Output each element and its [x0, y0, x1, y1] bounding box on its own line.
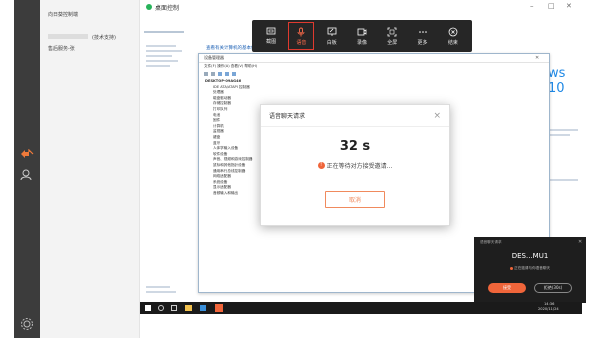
notif-subtitle-text: 正在邀请与你语音聊天: [514, 266, 551, 270]
status-dot-icon: [146, 4, 152, 10]
contacts-panel: 向日葵控制端 (技术支持) 售后服务-张: [40, 0, 140, 338]
bottom-area: [140, 314, 586, 338]
decline-button[interactable]: 拒绝(30s): [534, 283, 572, 293]
toolbar-label: 结束: [447, 39, 458, 46]
voice-chat-dialog: 语音聊天请求 × 32 s ! 正在等待对方接受邀请... 取消: [260, 104, 450, 226]
sunlogin-icon[interactable]: [215, 304, 223, 312]
app-icon[interactable]: [200, 305, 206, 311]
tray-date: 2020/11/24: [538, 307, 559, 311]
record-icon: [357, 28, 367, 35]
explorer-icon[interactable]: [185, 305, 192, 311]
devmgr-title-bar: 设备管理器 ✕: [199, 54, 549, 63]
forward-icon[interactable]: [211, 72, 215, 76]
cancel-button[interactable]: 取消: [325, 191, 385, 208]
blurred-name: [48, 34, 88, 39]
record-button[interactable]: 录像: [349, 22, 375, 50]
toolbar-label: 截图: [266, 39, 277, 45]
right-info: [550, 126, 578, 139]
properties-icon[interactable]: [225, 72, 229, 76]
accept-button[interactable]: 接受: [488, 283, 526, 293]
minimize-button[interactable]: –: [530, 2, 534, 10]
incoming-voice-notification: 语音聊天请求 ✕ DES...MU1 正在邀请与你语音聊天 接受 拒绝(30s): [474, 237, 586, 303]
remote-toolbar: 截图 语音 白板 录像 全屏 更多 结束: [252, 20, 472, 52]
sidebar-links: [146, 42, 190, 70]
notif-header: 语音聊天请求: [480, 240, 502, 244]
contact-item[interactable]: 向日葵控制端: [48, 11, 138, 18]
maximize-button[interactable]: □: [548, 2, 555, 10]
view-icon[interactable]: [218, 72, 222, 76]
dialog-close-button[interactable]: ×: [433, 111, 441, 121]
dialog-header: 语音聊天请求 ×: [261, 105, 449, 127]
search-icon[interactable]: [158, 305, 164, 311]
end-session-button[interactable]: 结束: [440, 22, 466, 50]
sidebar-footer: [146, 283, 190, 296]
waiting-text: 正在等待对方接受邀请...: [326, 163, 393, 170]
close-button[interactable]: ✕: [566, 2, 572, 10]
devmgr-toolbar: [204, 71, 284, 77]
start-icon[interactable]: [145, 305, 151, 311]
notif-close-icon[interactable]: ✕: [578, 239, 582, 245]
scan-icon[interactable]: [232, 72, 236, 76]
devmgr-title: 设备管理器: [204, 55, 224, 60]
toolbar-label: 录像: [356, 39, 367, 46]
dialog-title: 语音聊天请求: [269, 113, 306, 120]
fullscreen-button[interactable]: 全屏: [379, 22, 405, 50]
window-title: 桌面控制: [155, 5, 180, 12]
warning-icon: !: [317, 162, 325, 169]
toolbar-label: 更多: [417, 39, 428, 46]
notif-dot-icon: [509, 266, 513, 270]
contact-item[interactable]: (技术支持) 售后服务-张: [48, 34, 138, 58]
settings-icon[interactable]: [20, 316, 34, 330]
end-icon: [448, 27, 458, 36]
whiteboard-icon: [327, 27, 337, 36]
toolbar-label: 白板: [326, 39, 337, 46]
waiting-message: ! 正在等待对方接受邀请...: [261, 161, 449, 170]
remote-taskbar: 14:36 2020/11/24: [140, 302, 582, 314]
fullscreen-icon: [387, 27, 397, 36]
control-panel-sidebar: [144, 28, 194, 298]
more-icon: [418, 30, 427, 33]
devmgr-menu[interactable]: 文件(F) 操作(A) 查看(V) 帮助(H): [204, 64, 257, 69]
remote-control-icon[interactable]: [20, 144, 34, 158]
notif-name: DES...MU1: [511, 252, 549, 260]
screenshot-button[interactable]: 截图: [258, 22, 284, 50]
screen-icon: [266, 27, 276, 35]
windows-brand-text: ws 10: [548, 66, 566, 96]
left-rail: [14, 0, 40, 338]
mic-icon: [297, 27, 305, 36]
task-view-icon[interactable]: [171, 305, 177, 311]
contact-sub: (技术支持): [92, 35, 116, 41]
right-info-2: [550, 176, 578, 184]
tray-time: 14:36: [544, 302, 555, 306]
screenshot-stage: 向日葵控制端 (技术支持) 售后服务-张 桌面控制 – □ ✕ 查看有关计算机的…: [0, 0, 600, 338]
window-title-bar: 桌面控制 – □ ✕: [140, 0, 586, 14]
breadcrumb: [144, 28, 194, 36]
toolbar-label: 全屏: [387, 39, 398, 46]
whiteboard-button[interactable]: 白板: [319, 22, 345, 50]
more-button[interactable]: 更多: [410, 22, 436, 50]
contacts-icon[interactable]: [20, 166, 34, 181]
notif-subtitle: 正在邀请与你语音聊天: [474, 266, 586, 271]
devmgr-close-icon[interactable]: ✕: [535, 55, 539, 61]
toolbar-label: 语音: [296, 39, 307, 46]
contact-name: 售后服务-张: [48, 46, 75, 52]
voice-button[interactable]: 语音: [288, 22, 315, 50]
back-icon[interactable]: [204, 72, 208, 76]
call-timer: 32 s: [339, 139, 371, 154]
